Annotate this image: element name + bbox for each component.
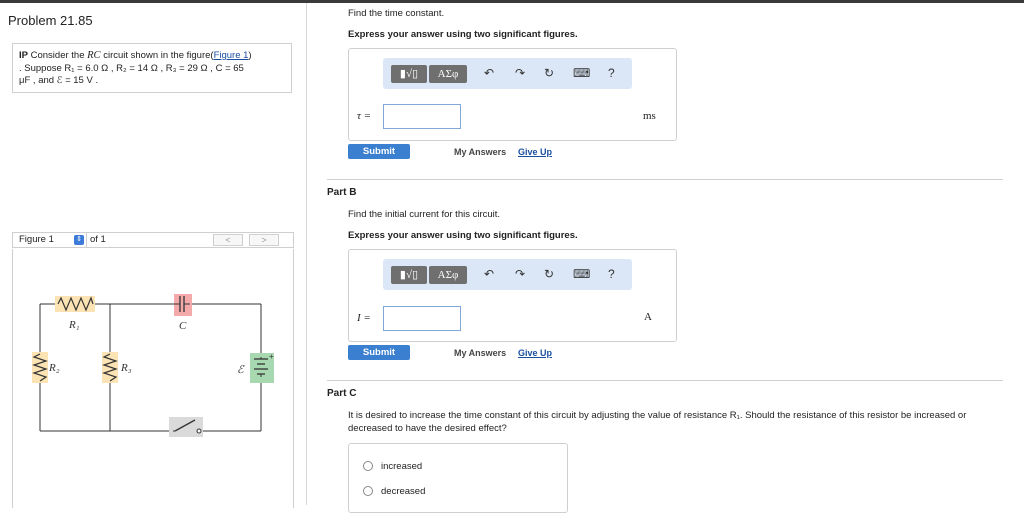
part-a-math-toolbar: ▮√▯ ΑΣφ ↶ ↷ ↻ ⌨ ? [383,58,632,89]
figure-area: R₁ C R₂ R₃ + ℰ [12,249,294,508]
part-a-submit-button[interactable]: Submit [348,144,410,159]
ip-label: IP [19,50,28,61]
emf-label: ℰ [237,364,245,376]
select-arrows-icon: ⇕ [74,235,84,245]
problem-panel: Problem 21.85 IP Consider the RC circuit… [0,3,307,508]
switch-highlight [169,417,203,437]
part-c-label: Part C [327,388,357,399]
intro-text: Consider the [30,50,85,61]
part-b-answer-box: ▮√▯ ΑΣφ ↶ ↷ ↻ ⌨ ? I = [348,249,677,342]
part-a-unit: ms [643,110,656,122]
divider [327,380,1003,381]
current-label: I = [357,312,371,324]
intro-text-3: ) [248,50,252,61]
c-highlight [174,294,192,316]
part-b-label: Part B [327,187,357,198]
part-b-my-answers-link[interactable]: My Answers [454,348,506,358]
part-a-answer-box: ▮√▯ ΑΣφ ↶ ↷ ↻ ⌨ ? τ = [348,48,677,141]
figure-count: of 1 [90,234,106,245]
reset-icon[interactable]: ↻ [544,66,554,80]
undo-icon[interactable]: ↶ [484,66,494,80]
reset-icon[interactable]: ↻ [544,267,554,281]
keyboard-icon[interactable]: ⌨ [573,267,590,281]
templates-button[interactable]: ▮√▯ [391,266,427,284]
circuit-diagram: R₁ C R₂ R₃ + ℰ [32,294,274,437]
undo-icon[interactable]: ↶ [484,267,494,281]
radio-decreased[interactable] [363,486,373,496]
redo-icon[interactable]: ↷ [515,267,525,281]
part-a-my-answers-link[interactable]: My Answers [454,147,506,157]
r1-label: R₁ [68,319,80,331]
choice-decreased-label[interactable]: decreased [381,486,425,497]
help-icon[interactable]: ? [608,267,615,281]
divider [327,179,1003,180]
initial-current-input[interactable] [383,306,461,331]
intro-text-2: circuit shown in the figure( [103,50,214,61]
greek-symbols-button[interactable]: ΑΣφ [429,65,467,83]
part-b-instruction: Express your answer using two significan… [348,230,578,241]
part-c-question: It is desired to increase the time const… [348,410,967,434]
part-a-give-up-link[interactable]: Give Up [518,147,552,157]
part-b-submit-button[interactable]: Submit [348,345,410,360]
problem-title: Problem 21.85 [8,13,93,28]
question-panel: Find the time constant. Express your ans… [307,3,1024,513]
figure-select-value: Figure 1 [19,234,54,245]
rc-label: RC [87,50,101,61]
choice-increased-label[interactable]: increased [381,461,422,472]
tau-label: τ = [357,110,372,122]
help-icon[interactable]: ? [608,66,615,80]
keyboard-icon[interactable]: ⌨ [573,66,590,80]
figure-select[interactable]: Figure 1 ⇕ [13,233,87,247]
redo-icon[interactable]: ↷ [515,66,525,80]
part-a-instruction: Express your answer using two significan… [348,29,578,40]
part-c-choices: increased decreased [348,443,568,513]
part-b-math-toolbar: ▮√▯ ΑΣφ ↶ ↷ ↻ ⌨ ? [383,259,632,290]
intro-values-2: μF , and ℰ = 15 V . [19,75,99,86]
battery-plus: + [269,352,274,361]
switch-contact [196,428,202,434]
r2-label: R₂ [48,362,60,374]
r3-label: R₃ [120,362,132,374]
greek-symbols-button[interactable]: ΑΣφ [429,266,467,284]
next-figure-button[interactable]: > [249,234,279,246]
time-constant-input[interactable] [383,104,461,129]
problem-intro: IP Consider the RC circuit shown in the … [12,43,292,93]
radio-increased[interactable] [363,461,373,471]
intro-values: . Suppose R₁ = 6.0 Ω , R₂ = 14 Ω , R₃ = … [19,62,244,74]
figure-selector-bar: Figure 1 ⇕ of 1 < > [12,232,294,248]
templates-button[interactable]: ▮√▯ [391,65,427,83]
part-b-give-up-link[interactable]: Give Up [518,348,552,358]
part-b-unit: A [644,311,652,323]
part-b-question: Find the initial current for this circui… [348,209,501,220]
c-label: C [179,320,187,332]
prev-figure-button[interactable]: < [213,234,243,246]
figure-link[interactable]: Figure 1 [214,50,249,61]
part-a-question: Find the time constant. [348,8,445,19]
